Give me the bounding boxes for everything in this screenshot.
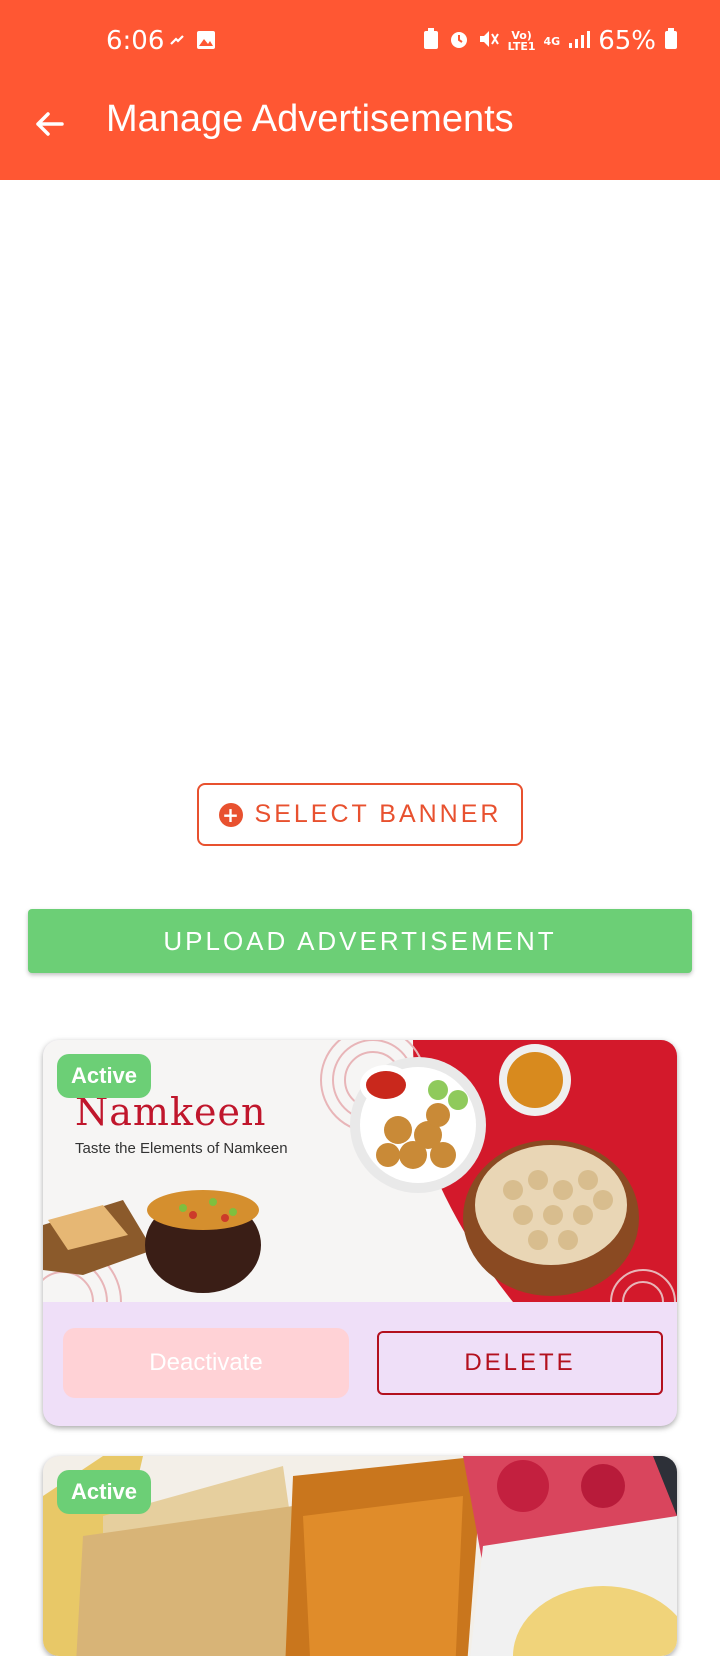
status-bar: 6:06 Vo) LTE1 4G 65% [0, 0, 720, 88]
alarm-icon [448, 28, 470, 54]
messenger-icon [168, 31, 186, 53]
ad-banner-image: Active [43, 1456, 677, 1656]
select-banner-label: SELECT BANNER [254, 800, 502, 828]
battery-icon [664, 28, 678, 54]
status-badge: Active [57, 1054, 152, 1098]
upload-advertisement-label: UPLOAD ADVERTISEMENT [163, 925, 557, 956]
network-type-indicator: 4G [543, 34, 561, 48]
deactivate-button[interactable]: Deactivate [63, 1328, 349, 1398]
advertisement-card: Namkeen Taste the Elements of Namkeen Ac… [43, 1040, 677, 1426]
gallery-icon [196, 30, 216, 54]
page-title: Manage Advertisements [106, 98, 514, 140]
battery-percent: 65% [598, 26, 656, 56]
add-circle-icon: + [218, 802, 243, 827]
ad-tagline: Taste the Elements of Namkeen [75, 1140, 288, 1157]
arrow-left-icon [36, 112, 64, 136]
delete-button[interactable]: DELETE [377, 1331, 663, 1395]
ad-banner-image: Namkeen Taste the Elements of Namkeen Ac… [43, 1040, 677, 1302]
status-badge: Active [57, 1470, 152, 1514]
volte-indicator: Vo) LTE1 [507, 29, 536, 53]
advertisement-card: Active [43, 1456, 677, 1656]
battery-saver-icon [422, 28, 440, 54]
signal-icon [568, 29, 591, 53]
mute-icon [478, 28, 500, 54]
status-time: 6:06 [106, 26, 165, 56]
back-button[interactable] [28, 102, 72, 146]
upload-advertisement-button[interactable]: UPLOAD ADVERTISEMENT [28, 909, 692, 973]
select-banner-button[interactable]: + SELECT BANNER [197, 783, 523, 846]
app-bar: 6:06 Vo) LTE1 4G 65% Manage Advertisemen… [0, 0, 720, 180]
